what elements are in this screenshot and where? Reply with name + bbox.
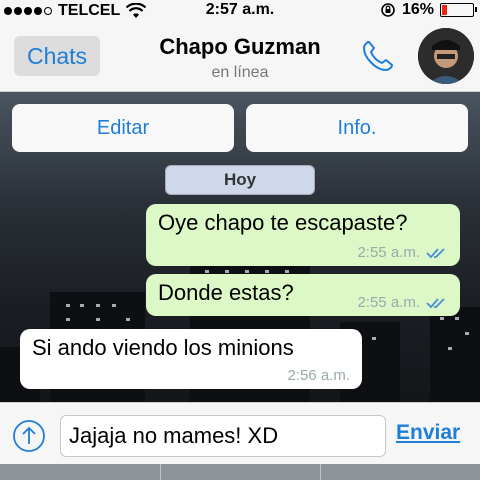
nav-bar: Chats Chapo Guzman en línea (0, 22, 480, 92)
message-bubble-outgoing[interactable]: Oye chapo te escapaste? 2:55 a.m. (146, 204, 460, 266)
upload-icon[interactable] (12, 419, 46, 453)
message-meta: 2:55 a.m. (357, 244, 448, 261)
read-receipt-icon (426, 297, 445, 308)
message-input[interactable]: Jajaja no mames! XD (60, 415, 386, 457)
phone-icon[interactable] (358, 36, 398, 76)
message-text: Oye chapo te escapaste? (158, 210, 408, 235)
message-time: 2:55 a.m. (357, 244, 420, 261)
read-receipt-icon (426, 247, 445, 258)
battery-percent: 16% (401, 1, 434, 18)
message-text: Si ando viendo los minions (32, 335, 294, 360)
keyboard-top-edge (0, 464, 480, 480)
chat-area[interactable]: Editar Info. Hoy Oye chapo te escapaste?… (0, 92, 480, 402)
message-time: 2:56 a.m. (287, 367, 350, 384)
status-right: 16% (380, 1, 477, 19)
info-button[interactable]: Info. (246, 104, 468, 152)
date-divider: Hoy (165, 165, 315, 195)
message-input-bar: Jajaja no mames! XD Enviar (0, 402, 480, 464)
edit-button[interactable]: Editar (12, 104, 234, 152)
message-meta: 2:56 a.m. (287, 367, 350, 384)
battery-icon (440, 3, 477, 17)
avatar-photo (418, 28, 474, 84)
send-button[interactable]: Enviar (396, 421, 460, 445)
message-bubble-incoming[interactable]: Si ando viendo los minions 2:56 a.m. (20, 329, 362, 389)
message-meta: 2:55 a.m. (357, 294, 448, 311)
contact-name[interactable]: Chapo Guzman (0, 34, 480, 60)
message-bubble-outgoing[interactable]: Donde estas? 2:55 a.m. (146, 274, 460, 316)
message-time: 2:55 a.m. (357, 294, 420, 311)
avatar[interactable] (418, 28, 474, 84)
battery-level (442, 5, 447, 15)
status-bar: TELCEL 2:57 a.m. 16% (0, 0, 480, 22)
contact-status: en línea (211, 64, 269, 81)
rotation-lock-icon (381, 3, 395, 17)
